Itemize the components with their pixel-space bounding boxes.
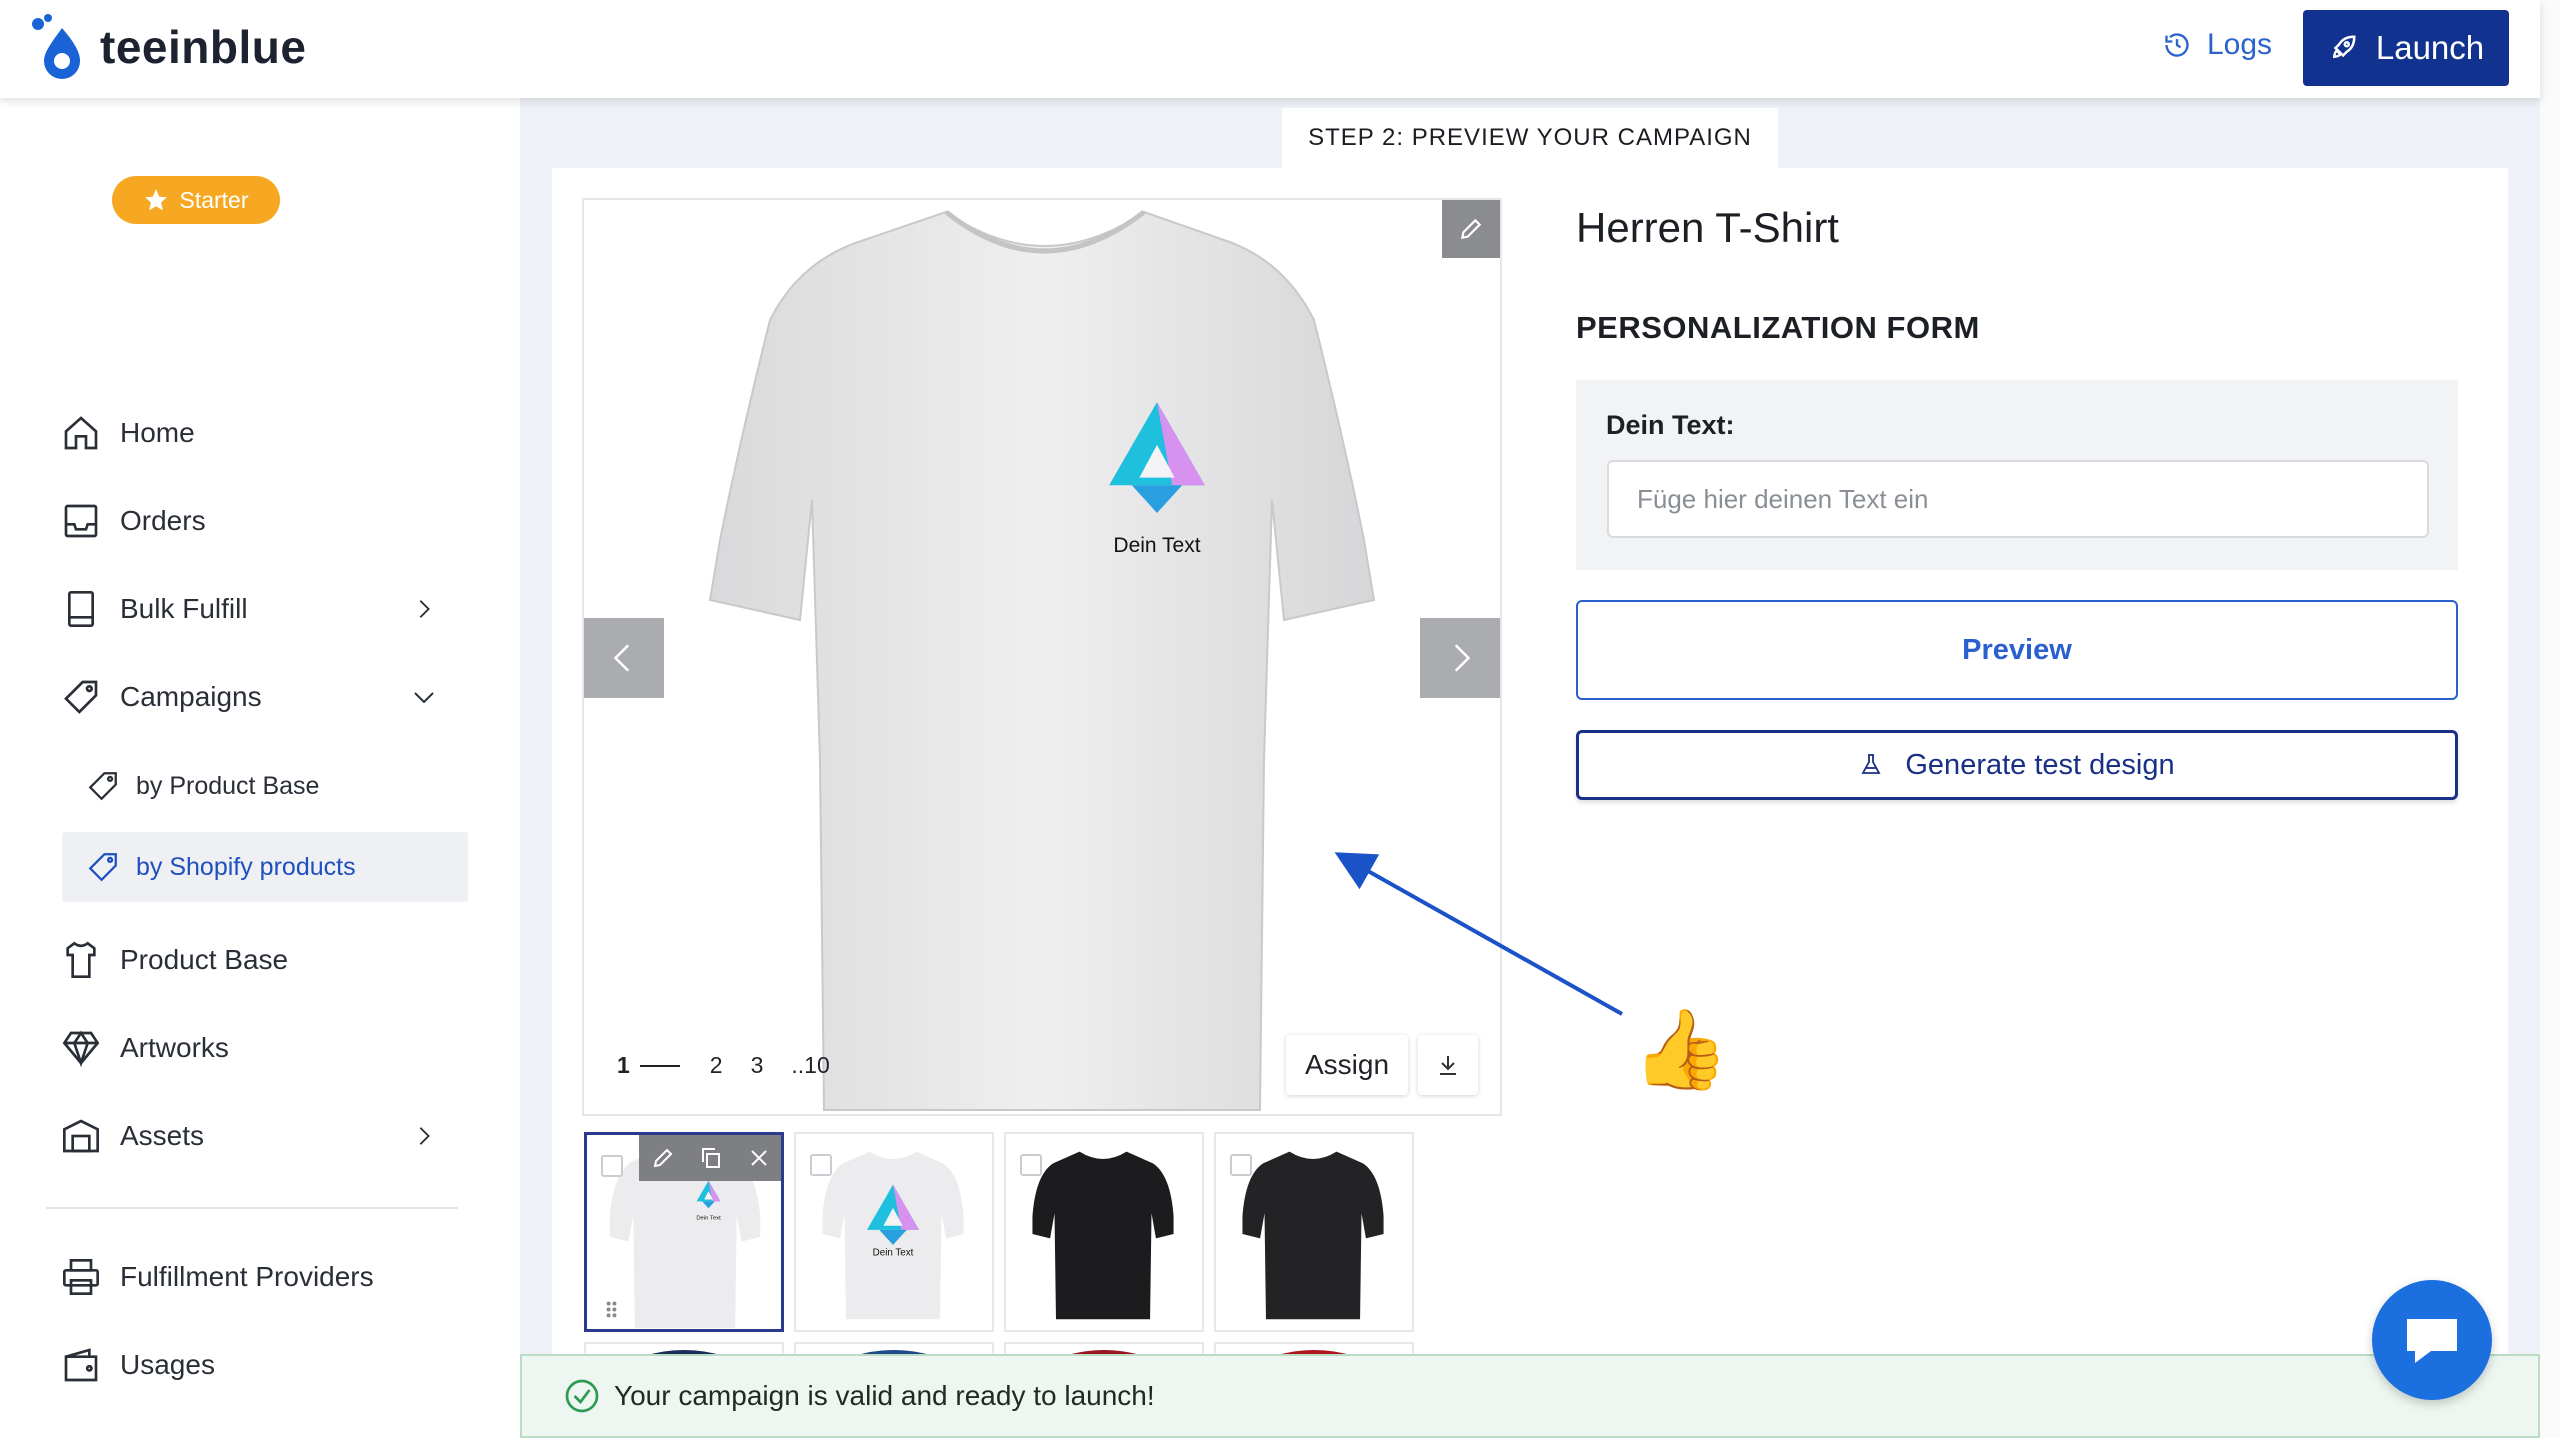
duplicate-icon[interactable] <box>699 1146 723 1170</box>
app-logo[interactable]: teeinblue <box>28 14 306 80</box>
preview-button[interactable]: Preview <box>1576 600 2458 700</box>
previous-image-button[interactable] <box>584 618 664 698</box>
printer-icon <box>56 1252 106 1302</box>
thumbnail-toolbar <box>639 1135 781 1181</box>
top-bar: teeinblue Logs Launch <box>0 0 2540 98</box>
check-circle-icon <box>565 1379 599 1413</box>
variant-thumbnail[interactable]: Dein Text <box>794 1132 994 1332</box>
sidebar-item-label: Fulfillment Providers <box>120 1261 374 1292</box>
sidebar-item-bulk-fulfill[interactable]: Bulk Fulfill <box>56 579 248 639</box>
sidebar-item-label: Home <box>120 417 195 448</box>
star-icon <box>145 189 168 211</box>
step-tab: STEP 2: PREVIEW YOUR CAMPAIGN <box>1282 108 1778 168</box>
generate-test-design-button[interactable]: Generate test design <box>1576 730 2458 800</box>
logs-link[interactable]: Logs <box>2163 28 2272 62</box>
plan-badge-label: Starter <box>179 186 249 213</box>
chevron-right-icon[interactable] <box>406 1118 442 1154</box>
flask-icon <box>1861 754 1881 774</box>
sidebar-item-orders[interactable]: Orders <box>56 491 206 551</box>
sidebar-item-home[interactable]: Home <box>56 403 195 463</box>
launch-label: Launch <box>2375 29 2485 66</box>
launch-button[interactable]: Launch <box>2303 10 2509 86</box>
active-page-indicator <box>639 1064 680 1067</box>
chevron-right-icon <box>1454 644 1471 672</box>
shirt-icon <box>56 935 106 985</box>
sidebar-item-fulfillment-providers[interactable]: Fulfillment Providers <box>56 1247 374 1307</box>
tshirt-mockup-image: Dein Text <box>708 210 1376 1111</box>
edit-design-button[interactable] <box>1442 200 1500 258</box>
page-more[interactable]: ..10 <box>791 1052 829 1079</box>
home-icon <box>56 408 106 458</box>
page-1[interactable]: 1 <box>617 1052 630 1079</box>
tag-icon <box>86 769 120 803</box>
tag-icon <box>86 850 120 884</box>
sidebar-item-assets[interactable]: Assets <box>56 1106 204 1166</box>
thumbnail-design-text: Dein Text <box>873 1248 914 1259</box>
sidebar-item-label: Usages <box>120 1349 215 1380</box>
sidebar-divider <box>46 1207 458 1209</box>
banner-message: Your campaign is valid and ready to laun… <box>614 1380 1155 1411</box>
download-button[interactable] <box>1418 1035 1478 1095</box>
sidebar-item-usages[interactable]: Usages <box>56 1335 215 1395</box>
chevron-left-icon <box>613 644 630 672</box>
book-icon <box>56 584 106 634</box>
thumbnail-checkbox[interactable] <box>1020 1154 1042 1176</box>
thumbnail-checkbox[interactable] <box>1230 1154 1252 1176</box>
product-title: Herren T-Shirt <box>1576 204 1839 251</box>
sidebar-item-artworks[interactable]: Artworks <box>56 1018 229 1078</box>
sidebar-item-label: Orders <box>120 505 206 536</box>
chat-icon <box>2407 1319 2457 1363</box>
sidebar-subitem-by-product-base[interactable]: by Product Base <box>62 751 319 821</box>
thumbnail-checkbox[interactable] <box>601 1155 623 1177</box>
text-field-label: Dein Text: <box>1606 410 1735 440</box>
variant-thumbnail-selected[interactable]: Dein Text <box>584 1132 784 1332</box>
app-name: teeinblue <box>100 21 307 73</box>
pencil-icon <box>1460 218 1482 240</box>
pencil-icon[interactable] <box>651 1146 675 1170</box>
product-preview: Dein Text <box>582 198 1502 1116</box>
sidebar-subitem-label: by Shopify products <box>136 852 356 881</box>
warehouse-icon <box>56 1111 106 1161</box>
variant-thumbnail[interactable] <box>1214 1132 1414 1332</box>
inbox-icon <box>56 496 106 546</box>
chat-button[interactable] <box>2372 1280 2492 1400</box>
form-heading: PERSONALIZATION FORM <box>1576 310 1980 345</box>
generate-label: Generate test design <box>1905 748 2175 781</box>
thumbs-up-icon: 👍 <box>1632 1005 1730 1093</box>
image-pagination: 1 2 3 ..10 <box>617 1052 858 1079</box>
page-scrollbar[interactable] <box>2540 0 2560 1438</box>
chevron-right-icon[interactable] <box>406 591 442 627</box>
history-icon <box>2165 33 2189 57</box>
close-icon[interactable] <box>747 1146 771 1170</box>
sidebar-item-campaigns[interactable]: Campaigns <box>56 667 262 727</box>
sidebar-item-label: Product Base <box>120 944 289 975</box>
sidebar-item-product-base[interactable]: Product Base <box>56 930 288 990</box>
next-image-button[interactable] <box>1420 618 1500 698</box>
wallet-icon <box>56 1340 106 1390</box>
sidebar-subitem-by-shopify-products[interactable]: by Shopify products <box>62 832 468 902</box>
rocket-icon <box>2332 35 2356 59</box>
assign-button[interactable]: Assign <box>1286 1035 1408 1095</box>
teeinblue-logo-icon <box>32 14 80 79</box>
sidebar-item-label: Campaigns <box>120 681 262 712</box>
sidebar-item-label: Artworks <box>120 1032 229 1063</box>
variant-thumbnail[interactable] <box>1004 1132 1204 1332</box>
validation-banner: Your campaign is valid and ready to laun… <box>520 1354 2540 1438</box>
download-icon <box>1440 1056 1456 1075</box>
diamond-icon <box>56 1023 106 1073</box>
thumbnail-design-text: Dein Text <box>696 1215 721 1221</box>
page-3[interactable]: 3 <box>751 1052 764 1079</box>
design-text: Dein Text <box>1113 534 1200 557</box>
sidebar-item-label: Assets <box>120 1120 205 1151</box>
logs-label: Logs <box>2207 28 2273 61</box>
text-field-input[interactable] <box>1607 460 2429 538</box>
chevron-down-icon[interactable] <box>406 679 442 715</box>
page-2[interactable]: 2 <box>710 1052 723 1079</box>
sidebar-subitem-label: by Product Base <box>136 771 320 800</box>
plan-badge: Starter <box>112 176 280 224</box>
sidebar-item-label: Bulk Fulfill <box>120 593 248 624</box>
thumbnail-checkbox[interactable] <box>810 1154 832 1176</box>
tag-icon <box>56 672 106 722</box>
